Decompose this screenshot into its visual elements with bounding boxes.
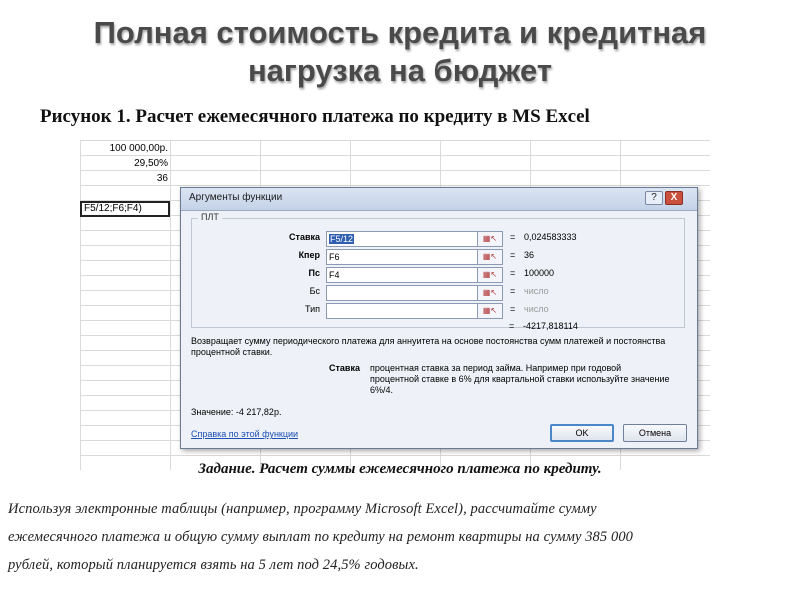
arg-input-fv[interactable] <box>326 285 478 301</box>
dialog-titlebar[interactable]: Аргументы функции ? X <box>181 188 697 211</box>
arg-result-nper: 36 <box>524 250 535 260</box>
arg-result-type: число <box>524 304 549 314</box>
arg-row-rate: Ставка F5/12 ▦↖ = 0,024583333 <box>192 231 686 247</box>
arg-eq: = <box>510 232 516 242</box>
task-text-line-2: ежемесячного платежа и общую сумму выпла… <box>8 529 634 545</box>
arg-label-nper: Кпер <box>298 250 320 260</box>
arg-input-nper[interactable]: F6 <box>326 249 478 265</box>
arg-label-type: Тип <box>304 304 320 314</box>
figure-caption: Рисунок 1. Расчет ежемесячного платежа п… <box>40 106 590 127</box>
arg-result-fv: число <box>524 286 549 296</box>
task-text-line-3: рублей, который планируется взять на 5 л… <box>8 557 419 573</box>
close-icon[interactable]: X <box>665 191 683 205</box>
slide-title-line-2: нагрузка на бюджет <box>247 53 553 88</box>
arg-eq: = <box>510 304 516 314</box>
arg-eq: = <box>510 286 516 296</box>
cancel-button[interactable]: Отмена <box>623 424 687 442</box>
ok-button[interactable]: OK <box>550 424 614 442</box>
slide-title-line-1: Полная стоимость кредита и кредитная <box>93 15 707 50</box>
arg-row-pv: Пс F4 ▦↖ = 100000 <box>192 267 686 283</box>
arg-row-fv: Бс ▦↖ = число <box>192 285 686 301</box>
arg-help-text: процентная ставка за период займа. Напри… <box>370 363 670 395</box>
help-icon[interactable]: ? <box>645 191 663 205</box>
total-result: -4217,818114 <box>523 321 578 331</box>
arg-input-rate[interactable]: F5/12 <box>326 231 478 247</box>
task-title: Задание. Расчет суммы ежемесячного плате… <box>198 461 602 477</box>
arg-label-pv: Пс <box>308 268 320 278</box>
arg-help-label: Ставка <box>329 363 360 373</box>
cell-term-months[interactable]: 36 <box>80 171 168 186</box>
arg-input-type[interactable] <box>326 303 478 319</box>
function-description: Возвращает сумму периодического платежа … <box>191 336 666 357</box>
formula-value: Значение: -4 217,82р. <box>191 407 282 417</box>
total-eq: = <box>509 321 515 331</box>
dialog-title: Аргументы функции <box>189 192 283 203</box>
function-help-link[interactable]: Справка по этой функции <box>191 429 298 439</box>
range-picker-icon[interactable]: ▦↖ <box>477 285 503 301</box>
function-arguments-dialog: Аргументы функции ? X ПЛТ Ставка F5/12 ▦… <box>180 187 698 449</box>
range-picker-icon[interactable]: ▦↖ <box>477 267 503 283</box>
arg-result-rate: 0,024583333 <box>524 232 577 242</box>
cell-interest-rate[interactable]: 29,50% <box>80 156 168 171</box>
arg-input-pv[interactable]: F4 <box>326 267 478 283</box>
arg-row-nper: Кпер F6 ▦↖ = 36 <box>192 249 686 265</box>
arg-input-rate-value: F5/12 <box>329 234 355 244</box>
range-picker-icon[interactable]: ▦↖ <box>477 303 503 319</box>
range-picker-icon[interactable]: ▦↖ <box>477 249 503 265</box>
arg-result-pv: 100000 <box>524 268 555 278</box>
function-name: ПЛТ <box>198 212 222 222</box>
task-text-line-1: Используя электронные таблицы (например,… <box>8 501 597 517</box>
arg-label-rate: Ставка <box>289 232 320 242</box>
range-picker-icon[interactable]: ▦↖ <box>477 231 503 247</box>
arg-label-fv: Бс <box>309 286 320 296</box>
formula-edit-cell[interactable]: F5/12;F6;F4) <box>80 201 170 217</box>
cell-loan-amount[interactable]: 100 000,00р. <box>80 141 168 156</box>
task-text: Используя электронные таблицы (например,… <box>8 495 792 579</box>
function-group: ПЛТ Ставка F5/12 ▦↖ = 0,024583333 Кпер F… <box>191 212 686 328</box>
arg-row-type: Тип ▦↖ = число <box>192 303 686 319</box>
slide-title: Полная стоимость кредита и кредитная наг… <box>0 14 800 90</box>
arg-eq: = <box>510 250 516 260</box>
arg-eq: = <box>510 268 516 278</box>
